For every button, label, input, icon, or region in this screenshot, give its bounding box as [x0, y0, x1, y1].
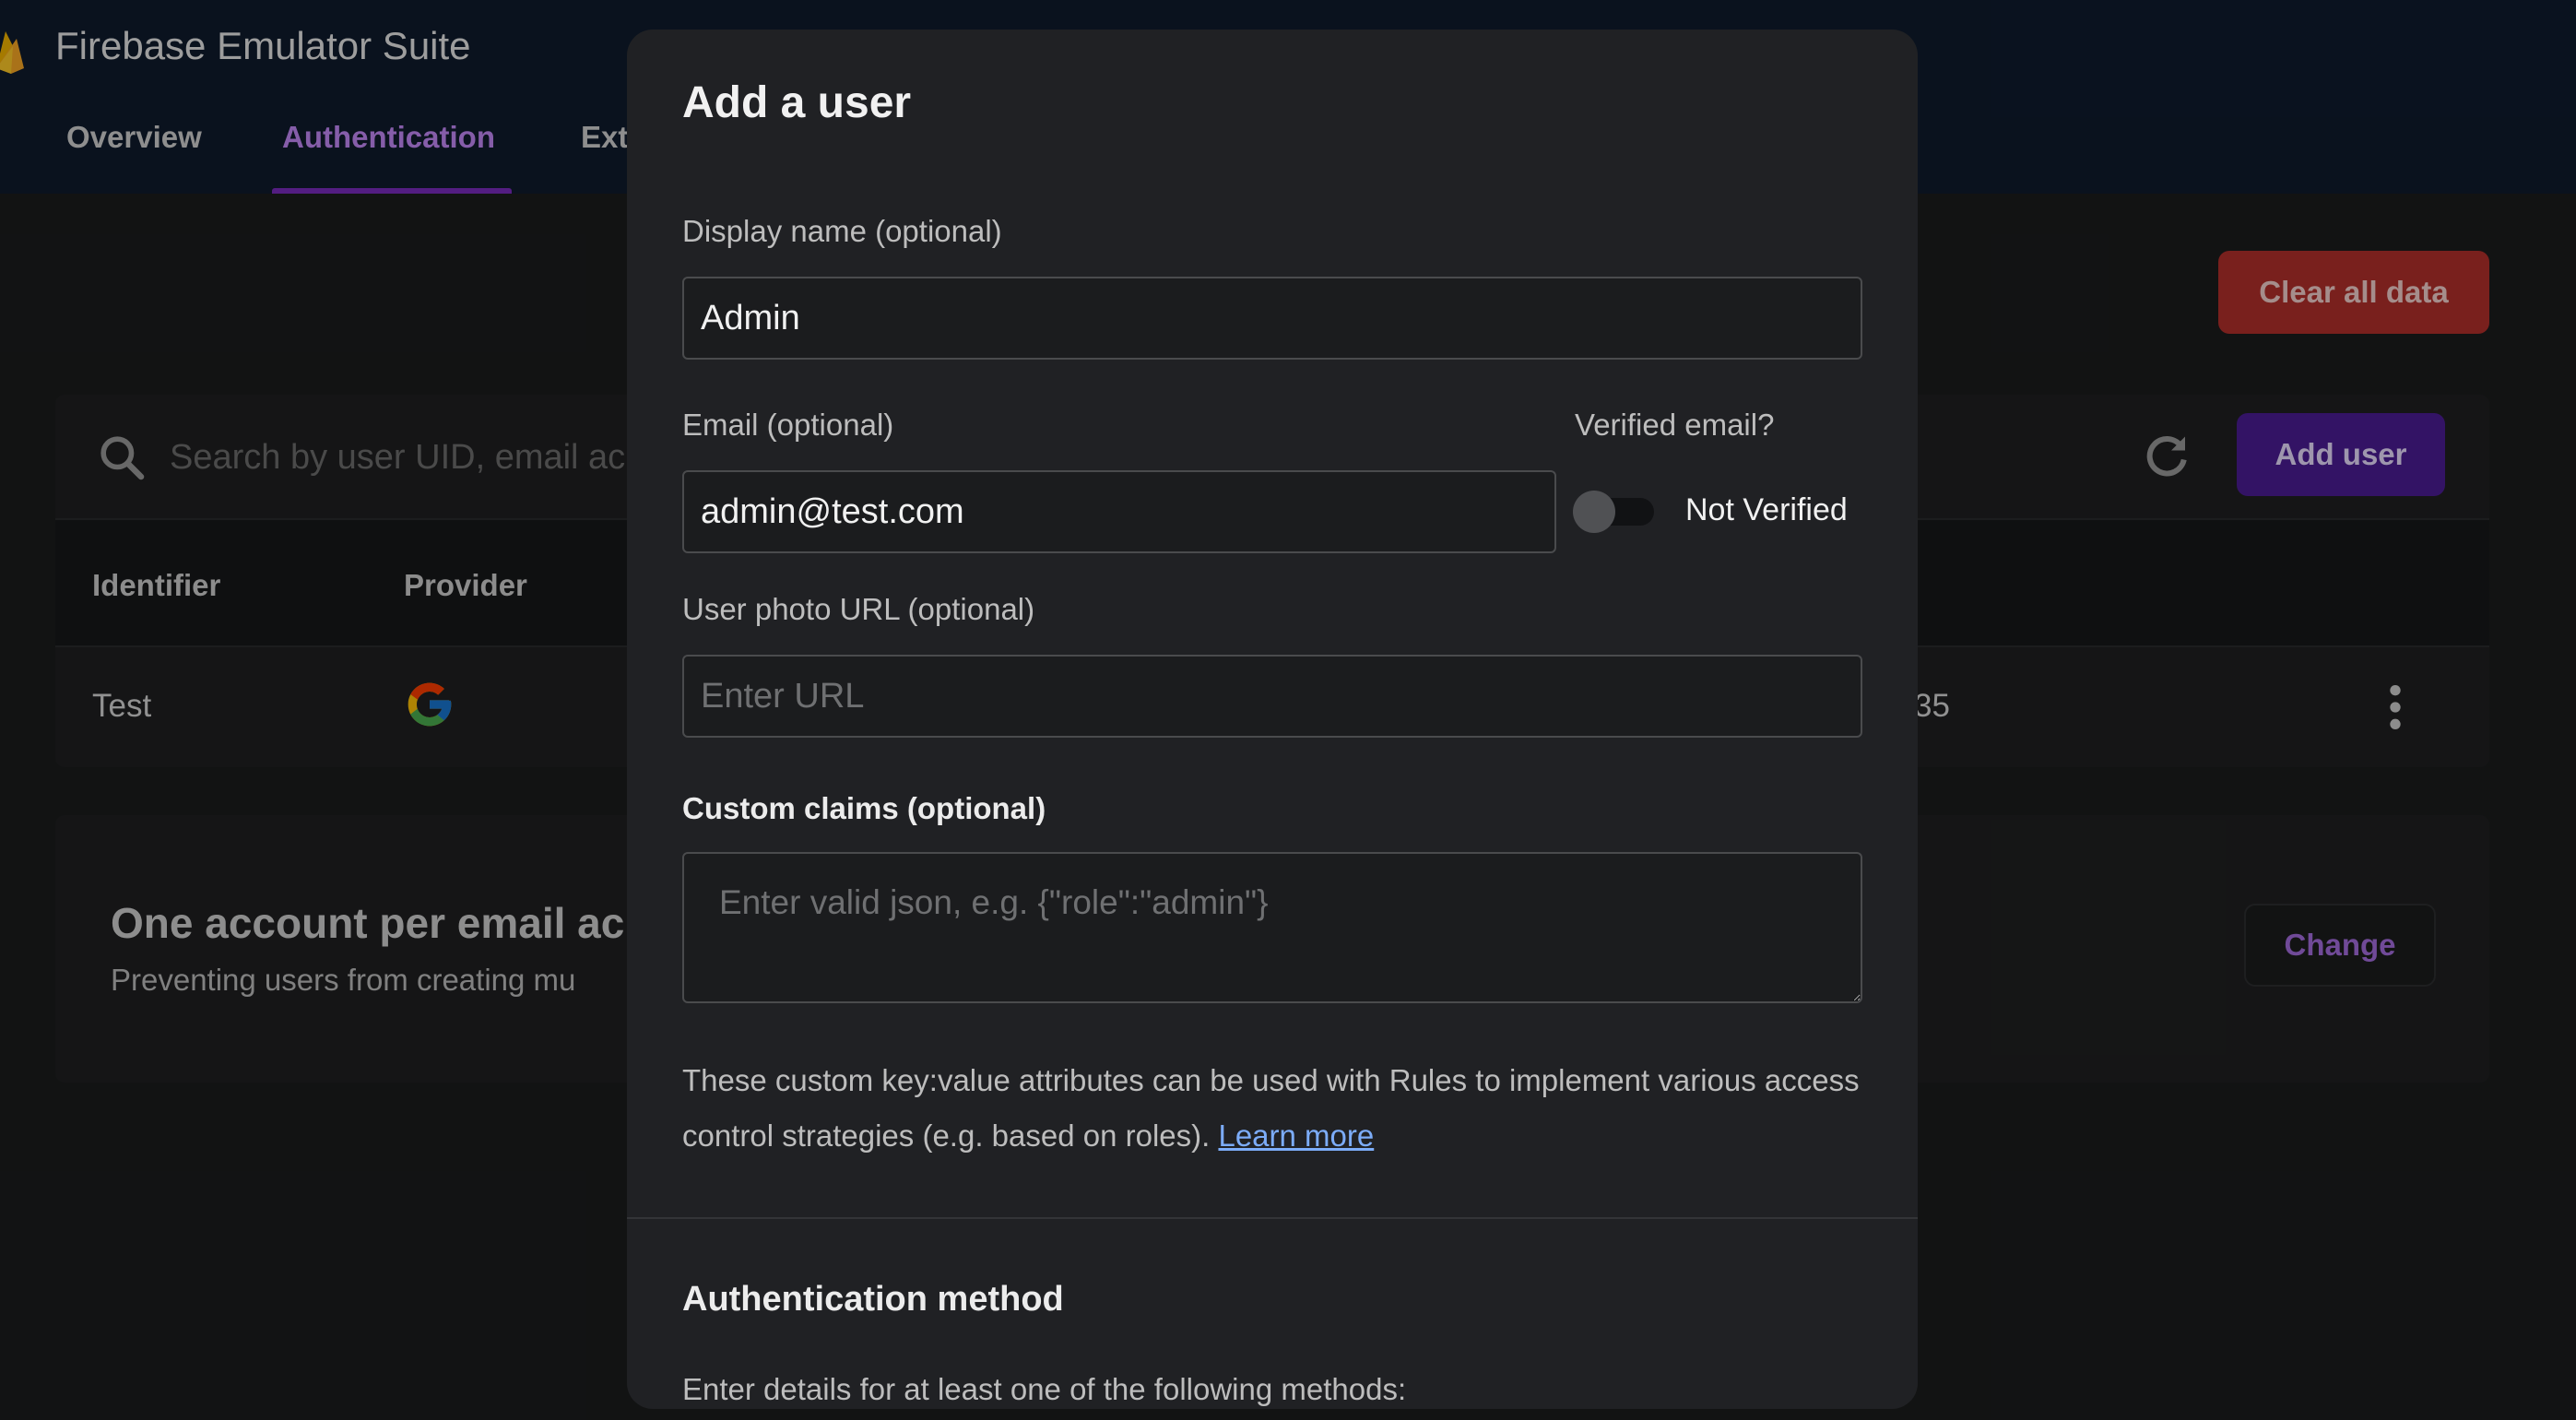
email-field[interactable]: [682, 470, 1556, 553]
photo-url-field[interactable]: [682, 655, 1862, 738]
verified-email-label: Verified email?: [1575, 408, 1775, 442]
toggle-knob: [1573, 491, 1615, 533]
email-label: Email (optional): [682, 408, 894, 442]
custom-claims-field[interactable]: [682, 852, 1862, 1003]
auth-method-subtitle: Enter details for at least one of the fo…: [682, 1372, 1407, 1406]
section-divider: [627, 1217, 1918, 1219]
display-name-field[interactable]: [682, 277, 1862, 360]
custom-claims-helper: These custom key:value attributes can be…: [682, 1053, 1872, 1164]
auth-method-title: Authentication method: [682, 1280, 1064, 1319]
verified-status-text: Not Verified: [1685, 492, 1848, 527]
custom-claims-label: Custom claims (optional): [682, 791, 1046, 825]
dialog-title: Add a user: [682, 78, 912, 127]
learn-more-link[interactable]: Learn more: [1218, 1118, 1374, 1153]
display-name-label: Display name (optional): [682, 214, 1002, 248]
add-user-dialog: Add a user Display name (optional) Email…: [627, 30, 1918, 1409]
verified-email-toggle[interactable]: [1573, 491, 1656, 533]
photo-url-label: User photo URL (optional): [682, 592, 1035, 626]
